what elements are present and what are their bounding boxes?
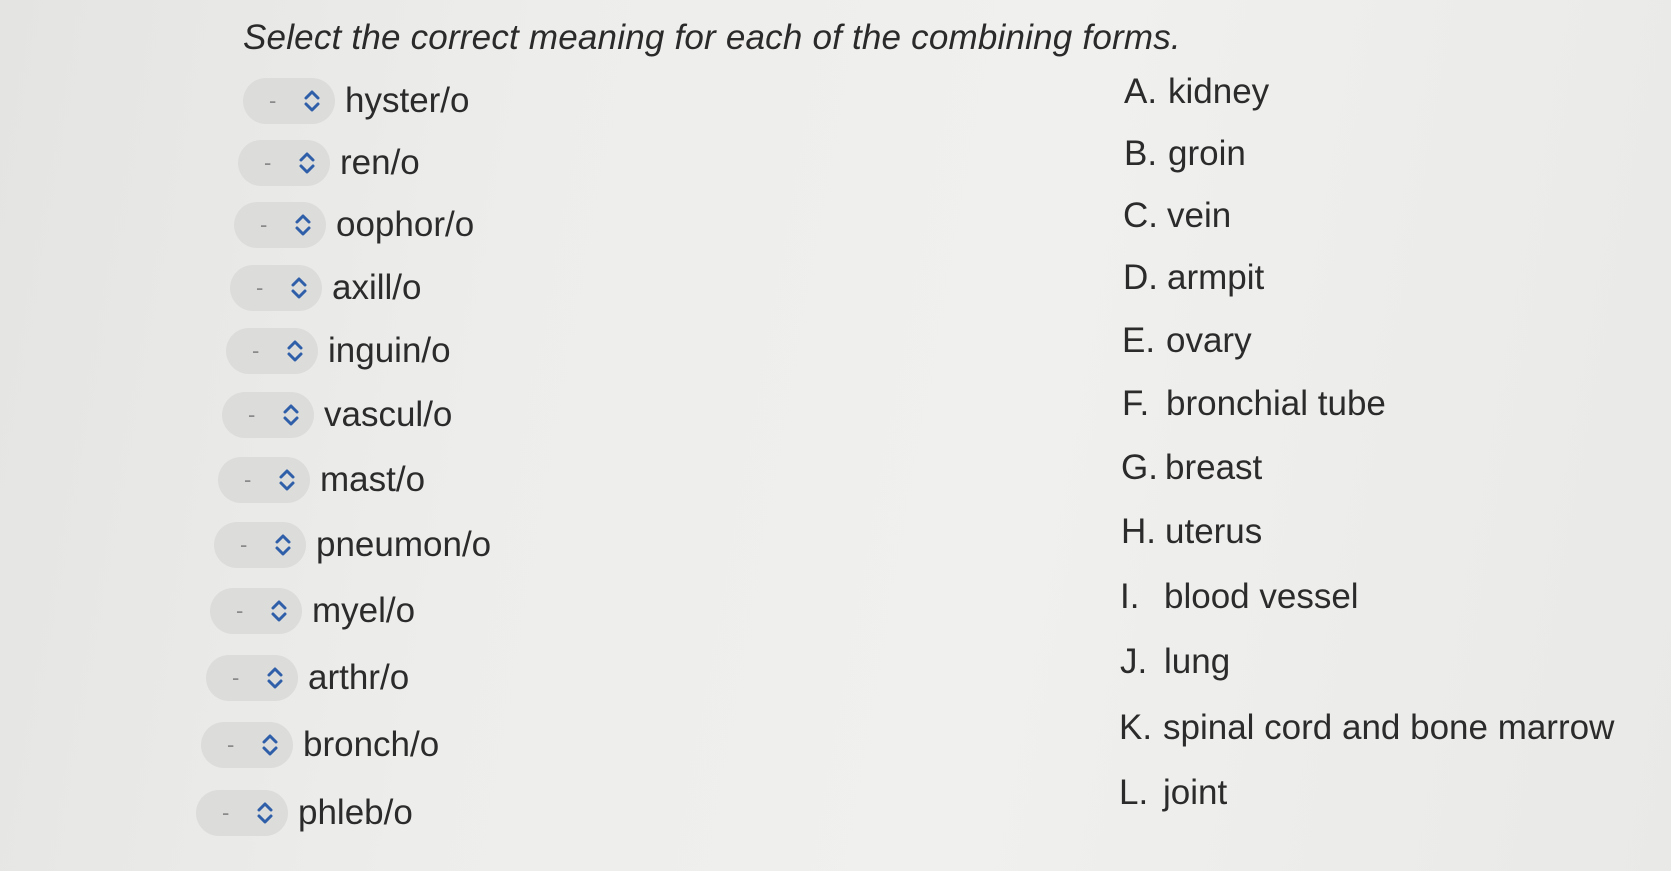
match-row-arthr: - arthr/o — [206, 652, 409, 704]
answer-select-dropdown[interactable]: - — [218, 457, 310, 503]
answer-select-dropdown[interactable]: - — [226, 328, 318, 374]
combining-form-term: mast/o — [320, 460, 426, 499]
answer-option-k: K. spinal cord and bone marrow — [1119, 708, 1614, 748]
answer-option-g: G. breast — [1121, 448, 1262, 488]
answer-select-dropdown[interactable]: - — [234, 202, 326, 248]
answer-option-b: B. groin — [1124, 134, 1246, 174]
match-row-mast: - mast/o — [218, 454, 425, 506]
option-letter: C. — [1123, 196, 1158, 235]
match-row-phleb: - phleb/o — [196, 787, 413, 839]
option-text: armpit — [1167, 258, 1265, 297]
answer-select-dropdown[interactable]: - — [230, 265, 322, 311]
selected-value: - — [269, 88, 277, 113]
chevron-up-down-icon — [287, 340, 303, 362]
combining-form-term: vascul/o — [324, 395, 453, 434]
option-text: kidney — [1168, 72, 1270, 111]
option-letter: L. — [1119, 773, 1149, 812]
chevron-up-down-icon — [271, 600, 287, 622]
option-letter: B. — [1124, 134, 1158, 173]
match-row-ren: - ren/o — [238, 137, 420, 189]
selected-value: - — [227, 732, 235, 757]
answer-option-a: A. kidney — [1124, 72, 1269, 112]
combining-form-term: bronch/o — [303, 725, 440, 764]
chevron-up-down-icon — [295, 214, 311, 236]
chevron-up-down-icon — [257, 802, 273, 824]
option-letter: K. — [1119, 708, 1153, 747]
combining-form-term: axill/o — [332, 268, 422, 307]
answer-select-dropdown[interactable]: - — [210, 588, 302, 634]
answer-select-dropdown[interactable]: - — [214, 522, 306, 568]
combining-form-term: oophor/o — [336, 205, 475, 244]
option-letter: I. — [1120, 577, 1140, 616]
selected-value: - — [248, 402, 256, 427]
match-row-myel: - myel/o — [210, 585, 415, 637]
chevron-up-down-icon — [291, 277, 307, 299]
selected-value: - — [256, 275, 264, 300]
chevron-up-down-icon — [283, 404, 299, 426]
option-text: groin — [1168, 134, 1246, 173]
match-row-inguin: - inguin/o — [226, 325, 451, 377]
option-text: breast — [1165, 448, 1263, 487]
combining-form-term: pneumon/o — [316, 525, 492, 564]
answer-select-dropdown[interactable]: - — [196, 790, 288, 836]
match-row-oophor: - oophor/o — [234, 199, 474, 251]
chevron-up-down-icon — [304, 90, 320, 112]
selected-value: - — [240, 532, 248, 557]
match-row-vascul: - vascul/o — [222, 389, 452, 441]
answer-option-f: F. bronchial tube — [1122, 384, 1386, 424]
option-letter: E. — [1122, 321, 1156, 360]
option-letter: J. — [1120, 642, 1148, 681]
option-letter: H. — [1121, 512, 1156, 551]
selected-value: - — [232, 665, 240, 690]
combining-form-term: myel/o — [312, 591, 416, 630]
answer-option-h: H. uterus — [1121, 512, 1262, 552]
option-text: blood vessel — [1164, 577, 1359, 616]
option-text: ovary — [1166, 321, 1252, 360]
selected-value: - — [236, 598, 244, 623]
option-letter: G. — [1121, 448, 1158, 487]
combining-form-term: inguin/o — [328, 331, 451, 370]
combining-form-term: arthr/o — [308, 658, 410, 697]
answer-option-i: I. blood vessel — [1120, 577, 1359, 617]
match-row-bronch: - bronch/o — [201, 719, 439, 771]
answer-select-dropdown[interactable]: - — [238, 140, 330, 186]
option-text: vein — [1167, 196, 1232, 235]
chevron-up-down-icon — [279, 469, 295, 491]
chevron-up-down-icon — [267, 667, 283, 689]
match-row-hyster: - hyster/o — [243, 75, 470, 127]
option-text: lung — [1164, 642, 1231, 681]
option-letter: A. — [1124, 72, 1158, 111]
combining-form-term: phleb/o — [298, 793, 413, 832]
selected-value: - — [244, 467, 252, 492]
chevron-up-down-icon — [275, 534, 291, 556]
chevron-up-down-icon — [299, 152, 315, 174]
answer-option-c: C. vein — [1123, 196, 1231, 236]
option-text: bronchial tube — [1166, 384, 1386, 423]
selected-value: - — [264, 150, 272, 175]
answer-option-l: L. joint — [1119, 773, 1227, 813]
answer-select-dropdown[interactable]: - — [201, 722, 293, 768]
answer-option-d: D. armpit — [1123, 258, 1264, 298]
chevron-up-down-icon — [262, 734, 278, 756]
match-row-pneumon: - pneumon/o — [214, 519, 491, 571]
combining-forms-list: - hyster/o - ren/o - oophor/o - axill/o … — [0, 0, 800, 871]
answer-select-dropdown[interactable]: - — [222, 392, 314, 438]
answer-select-dropdown[interactable]: - — [243, 78, 335, 124]
option-letter: F. — [1122, 384, 1150, 423]
combining-form-term: hyster/o — [345, 81, 470, 120]
selected-value: - — [260, 212, 268, 237]
answer-option-j: J. lung — [1120, 642, 1230, 682]
selected-value: - — [252, 338, 260, 363]
option-letter: D. — [1123, 258, 1158, 297]
matching-question: Select the correct meaning for each of t… — [0, 0, 1671, 871]
answer-option-e: E. ovary — [1122, 321, 1252, 361]
option-text: uterus — [1165, 512, 1263, 551]
option-text: spinal cord and bone marrow — [1163, 708, 1615, 747]
selected-value: - — [222, 800, 230, 825]
combining-form-term: ren/o — [340, 143, 420, 182]
option-text: joint — [1163, 773, 1228, 812]
answer-select-dropdown[interactable]: - — [206, 655, 298, 701]
match-row-axill: - axill/o — [230, 262, 421, 314]
